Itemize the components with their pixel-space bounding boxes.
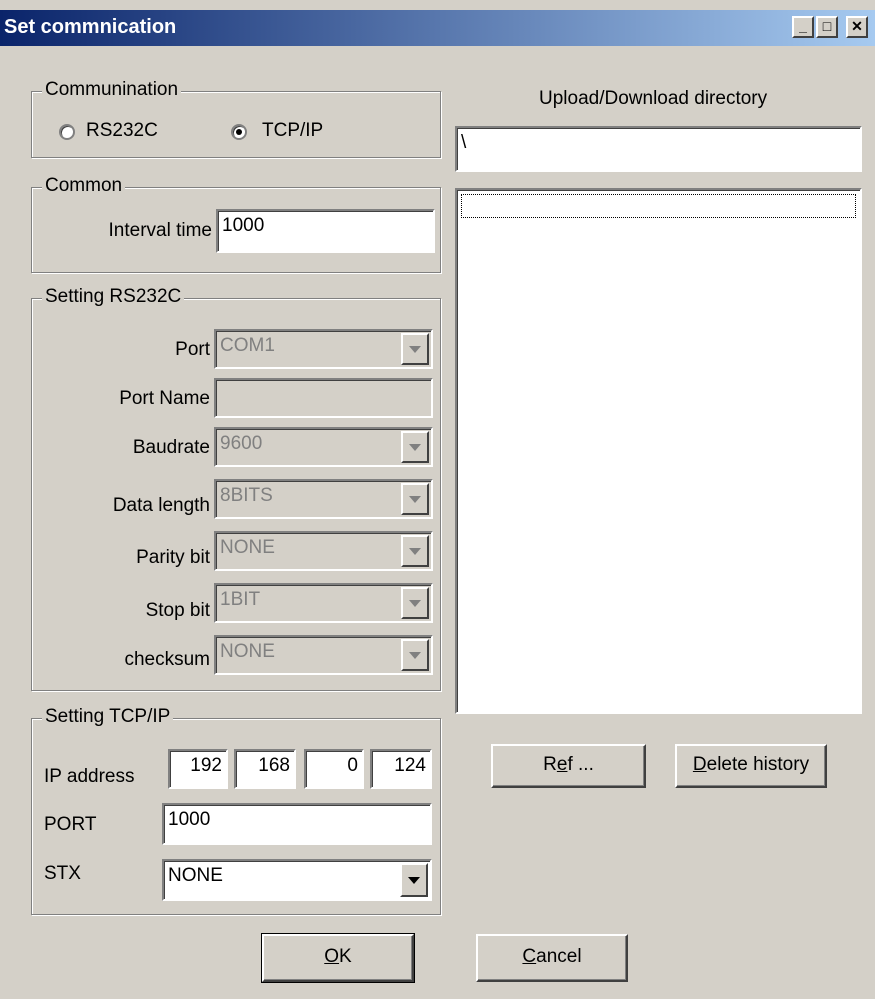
common-legend: Common xyxy=(42,175,126,197)
stop-bit-select: 1BIT xyxy=(214,583,433,623)
directory-path-input[interactable]: \ xyxy=(455,126,862,172)
ip-octet-1[interactable]: 192 xyxy=(168,749,228,789)
window-title: Set commnication xyxy=(4,16,177,38)
parity-bit-dropdown-button xyxy=(401,535,429,567)
checksum-label: checksum xyxy=(124,649,210,670)
data-length-label: Data length xyxy=(112,495,210,516)
cancel-button-label: ancel xyxy=(536,946,582,967)
common-group: Common Interval time 1000 xyxy=(31,175,441,273)
communication-legend: Communination xyxy=(42,79,182,101)
port-select: COM1 xyxy=(214,329,433,369)
baudrate-label: Baudrate xyxy=(132,437,210,458)
chevron-down-icon xyxy=(409,651,421,659)
interval-time-input[interactable]: 1000 xyxy=(216,209,435,253)
maximize-icon: □ xyxy=(822,18,832,34)
tcpip-legend: Setting TCP/IP xyxy=(42,706,174,728)
rs232c-radio[interactable] xyxy=(59,124,75,140)
port-dropdown-button xyxy=(401,333,429,365)
minimize-icon: _ xyxy=(799,18,807,34)
chevron-down-icon xyxy=(409,345,421,353)
baudrate-value: 9600 xyxy=(220,433,263,454)
ref-button-label-rest: f ... xyxy=(567,754,594,775)
title-bar[interactable]: Set commnication _ □ ✕ xyxy=(0,10,875,46)
checksum-value: NONE xyxy=(220,641,275,662)
ref-button[interactable]: Ref ... xyxy=(491,744,646,788)
parity-bit-value: NONE xyxy=(220,537,275,558)
ip-address-label: IP address xyxy=(44,766,135,787)
data-length-select: 8BITS xyxy=(214,479,433,519)
checksum-dropdown-button xyxy=(401,639,429,671)
ref-button-label: R xyxy=(543,754,557,775)
tcpip-group: Setting TCP/IP IP address 192 168 0 124 … xyxy=(31,706,441,915)
cancel-button[interactable]: Cancel xyxy=(476,934,628,982)
radio-selected-dot xyxy=(236,129,242,135)
cancel-button-accel: C xyxy=(522,946,537,967)
rs232c-legend: Setting RS232C xyxy=(42,286,185,308)
chevron-down-icon xyxy=(409,495,421,503)
minimize-button[interactable]: _ xyxy=(792,16,814,38)
chevron-down-icon xyxy=(409,547,421,555)
chevron-down-icon xyxy=(409,443,421,451)
port-tcp-label: PORT xyxy=(44,814,97,835)
stop-bit-dropdown-button xyxy=(401,587,429,619)
baudrate-dropdown-button xyxy=(401,431,429,463)
interval-time-label: Interval time xyxy=(108,220,212,241)
delete-button-accel: D xyxy=(692,754,707,775)
directory-title: Upload/Download directory xyxy=(539,88,768,109)
ip-octet-3[interactable]: 0 xyxy=(304,749,364,789)
parity-bit-select: NONE xyxy=(214,531,433,571)
ip-octet-2[interactable]: 168 xyxy=(234,749,296,789)
close-button[interactable]: ✕ xyxy=(846,16,868,38)
port-value: COM1 xyxy=(220,335,275,356)
chevron-down-icon xyxy=(408,876,420,884)
stop-bit-label: Stop bit xyxy=(145,600,210,621)
tcpip-radio[interactable] xyxy=(231,124,247,140)
delete-history-button[interactable]: Delete history xyxy=(675,744,827,788)
baudrate-select: 9600 xyxy=(214,427,433,467)
checksum-select: NONE xyxy=(214,635,433,675)
stx-select[interactable]: NONE xyxy=(162,859,432,901)
parity-bit-label: Parity bit xyxy=(136,547,210,568)
communication-group: Communination RS232C TCP/IP xyxy=(31,79,441,158)
delete-button-label: elete history xyxy=(706,754,810,775)
port-label: Port xyxy=(175,339,210,360)
stop-bit-value: 1BIT xyxy=(220,589,261,610)
ok-button-label: K xyxy=(339,946,352,967)
list-item[interactable] xyxy=(461,194,856,218)
stx-label: STX xyxy=(44,863,81,884)
ok-button[interactable]: OK xyxy=(261,933,415,983)
tcpip-label[interactable]: TCP/IP xyxy=(262,120,323,142)
port-name-input xyxy=(214,378,433,418)
chevron-down-icon xyxy=(409,599,421,607)
stx-value: NONE xyxy=(168,865,223,886)
ref-button-accel: e xyxy=(556,754,568,775)
ok-button-accel: O xyxy=(324,946,340,967)
rs232c-group: Setting RS232C Port COM1 Port Name Baudr… xyxy=(31,286,441,691)
close-icon: ✕ xyxy=(851,18,863,34)
port-tcp-input[interactable]: 1000 xyxy=(162,803,432,845)
dialog-window: Set commnication _ □ ✕ Communination RS2… xyxy=(0,0,875,999)
directory-history-list[interactable] xyxy=(455,188,862,714)
data-length-value: 8BITS xyxy=(220,485,273,506)
stx-dropdown-button[interactable] xyxy=(400,863,428,897)
ip-octet-4[interactable]: 124 xyxy=(370,749,432,789)
maximize-button[interactable]: □ xyxy=(816,16,838,38)
rs232c-label[interactable]: RS232C xyxy=(86,120,158,142)
data-length-dropdown-button xyxy=(401,483,429,515)
port-name-label: Port Name xyxy=(119,388,210,409)
